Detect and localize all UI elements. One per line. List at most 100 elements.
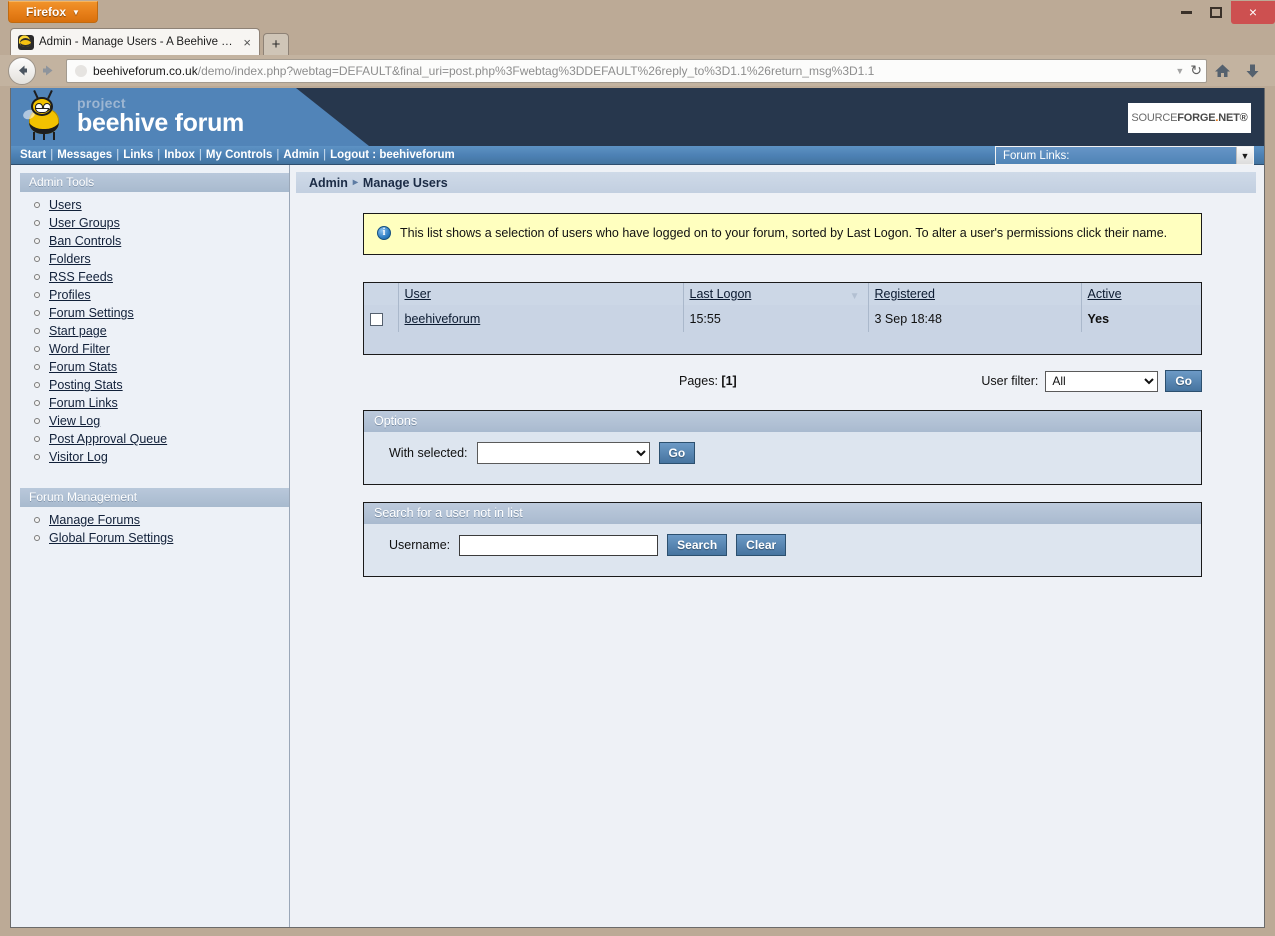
sidebar-item-label[interactable]: Folders — [49, 252, 91, 266]
cell-user: beehiveforum — [398, 305, 683, 332]
url-path: /demo/index.php?webtag=DEFAULT&final_uri… — [198, 64, 875, 78]
chevron-down-icon[interactable]: ▼ — [1175, 66, 1184, 76]
logo-line-1: project — [77, 96, 244, 110]
minimize-icon — [1181, 11, 1192, 14]
sidebar-item-user-groups[interactable]: User Groups — [20, 214, 289, 232]
search-button[interactable]: Search — [667, 534, 727, 556]
info-message-box: i This list shows a selection of users w… — [363, 213, 1202, 255]
user-filter-select[interactable]: All — [1045, 371, 1158, 392]
sidebar-item-users[interactable]: Users — [20, 196, 289, 214]
nav-item-start[interactable]: Start — [20, 149, 46, 161]
sidebar-item-global-forum-settings[interactable]: Global Forum Settings — [20, 529, 289, 547]
sidebar-item-manage-forums[interactable]: Manage Forums — [20, 511, 289, 529]
nav-item-admin[interactable]: Admin — [283, 149, 319, 161]
user-filter-go-button[interactable]: Go — [1165, 370, 1202, 392]
column-header-active-link[interactable]: Active — [1088, 287, 1122, 301]
sidebar-item-post-approval-queue[interactable]: Post Approval Queue — [20, 430, 289, 448]
sidebar-item-label[interactable]: Profiles — [49, 288, 91, 302]
column-header-registered-link[interactable]: Registered — [875, 287, 935, 301]
column-header-registered[interactable]: Registered — [868, 283, 1081, 305]
clear-button[interactable]: Clear — [736, 534, 786, 556]
sourceforge-logo[interactable]: SOURCEFORGE.NET® — [1128, 103, 1251, 133]
sidebar-item-rss-feeds[interactable]: RSS Feeds — [20, 268, 289, 286]
sidebar-item-label[interactable]: Forum Stats — [49, 360, 117, 374]
bullet-icon — [34, 202, 40, 208]
sidebar-item-label[interactable]: Manage Forums — [49, 513, 140, 527]
sidebar-item-visitor-log[interactable]: Visitor Log — [20, 448, 289, 466]
column-header-user[interactable]: User — [398, 283, 683, 305]
sidebar-item-label[interactable]: Visitor Log — [49, 450, 108, 464]
column-header-active[interactable]: Active — [1081, 283, 1201, 305]
nav-item-my-controls[interactable]: My Controls — [206, 149, 272, 161]
minimize-button[interactable] — [1171, 1, 1201, 23]
downloads-button[interactable] — [1237, 57, 1267, 85]
sidebar-item-word-filter[interactable]: Word Filter — [20, 340, 289, 358]
tab-title: Admin - Manage Users - A Beehive F... — [39, 36, 235, 48]
sidebar-item-view-log[interactable]: View Log — [20, 412, 289, 430]
pagination-row: Pages: [1] User filter: All Go — [363, 369, 1202, 393]
url-domain: beehiveforum.co.uk — [93, 64, 198, 78]
breadcrumb-root[interactable]: Admin — [309, 176, 348, 190]
sidebar-item-label[interactable]: Word Filter — [49, 342, 110, 356]
column-header-last-logon-link[interactable]: Last Logon — [690, 287, 752, 301]
sidebar-item-label[interactable]: Post Approval Queue — [49, 432, 167, 446]
sidebar-item-forum-stats[interactable]: Forum Stats — [20, 358, 289, 376]
sidebar-item-label[interactable]: Forum Links — [49, 396, 118, 410]
sidebar-item-label[interactable]: Global Forum Settings — [49, 531, 173, 545]
sidebar-item-posting-stats[interactable]: Posting Stats — [20, 376, 289, 394]
sidebar-item-folders[interactable]: Folders — [20, 250, 289, 268]
forum-header: project beehive forum SOURCEFORGE.NET® — [11, 88, 1264, 146]
with-selected-go-button[interactable]: Go — [659, 442, 696, 464]
user-link[interactable]: beehiveforum — [405, 312, 481, 326]
sidebar-item-start-page[interactable]: Start page — [20, 322, 289, 340]
pagination-current-page[interactable]: [1] — [721, 374, 736, 388]
sidebar-item-label[interactable]: Users — [49, 198, 82, 212]
nav-item-links[interactable]: Links — [123, 149, 153, 161]
users-table-container: User Last Logon ▼ Registered Active beehi… — [363, 282, 1202, 355]
sidebar-item-label[interactable]: View Log — [49, 414, 100, 428]
sidebar-item-profiles[interactable]: Profiles — [20, 286, 289, 304]
url-text: beehiveforum.co.uk/demo/index.php?webtag… — [93, 64, 1169, 78]
back-button[interactable] — [8, 57, 36, 85]
user-filter-label: User filter: — [981, 374, 1038, 388]
forward-arrow-icon — [41, 63, 58, 78]
back-arrow-icon — [15, 63, 30, 78]
nav-item-logout[interactable]: Logout : beehiveforum — [330, 149, 455, 161]
bullet-icon — [34, 220, 40, 226]
sidebar-item-forum-settings[interactable]: Forum Settings — [20, 304, 289, 322]
url-bar[interactable]: beehiveforum.co.uk/demo/index.php?webtag… — [66, 59, 1207, 83]
nav-item-inbox[interactable]: Inbox — [164, 149, 195, 161]
forum-links-dropdown[interactable]: Forum Links: ▼ — [995, 146, 1254, 165]
sidebar-item-label[interactable]: User Groups — [49, 216, 120, 230]
sidebar-item-ban-controls[interactable]: Ban Controls — [20, 232, 289, 250]
close-window-button[interactable]: × — [1231, 1, 1275, 24]
nav-item-messages[interactable]: Messages — [57, 149, 112, 161]
bullet-icon — [34, 517, 40, 523]
sidebar-item-forum-links[interactable]: Forum Links — [20, 394, 289, 412]
row-checkbox[interactable] — [370, 313, 383, 326]
browser-tab[interactable]: Admin - Manage Users - A Beehive F... × — [10, 28, 260, 55]
tab-close-icon[interactable]: × — [240, 35, 254, 50]
forum-logo[interactable]: project beehive forum — [21, 92, 244, 142]
chevron-down-icon: ▼ — [1236, 147, 1253, 164]
sidebar-item-label[interactable]: Ban Controls — [49, 234, 121, 248]
maximize-button[interactable] — [1201, 1, 1231, 23]
sort-descending-icon: ▼ — [850, 291, 860, 302]
forum-nav-bar: Start | Messages | Links | Inbox | My Co… — [11, 146, 1264, 165]
column-header-last-logon[interactable]: Last Logon ▼ — [683, 283, 868, 305]
table-filler — [364, 332, 1201, 354]
sidebar-item-label[interactable]: RSS Feeds — [49, 270, 113, 284]
with-selected-select[interactable] — [477, 442, 650, 464]
sidebar-item-label[interactable]: Forum Settings — [49, 306, 134, 320]
reload-icon[interactable]: ↻ — [1190, 62, 1202, 79]
sidebar-item-label[interactable]: Posting Stats — [49, 378, 123, 392]
user-filter-group: User filter: All Go — [981, 370, 1202, 392]
column-header-user-link[interactable]: User — [405, 287, 431, 301]
username-input[interactable] — [459, 535, 658, 556]
home-button[interactable] — [1207, 57, 1237, 85]
options-panel-body: With selected: Go — [364, 432, 1201, 484]
bullet-icon — [34, 274, 40, 280]
sidebar-item-label[interactable]: Start page — [49, 324, 107, 338]
firefox-menu-button[interactable]: Firefox ▼ — [8, 1, 98, 23]
new-tab-button[interactable]: + — [263, 33, 289, 55]
